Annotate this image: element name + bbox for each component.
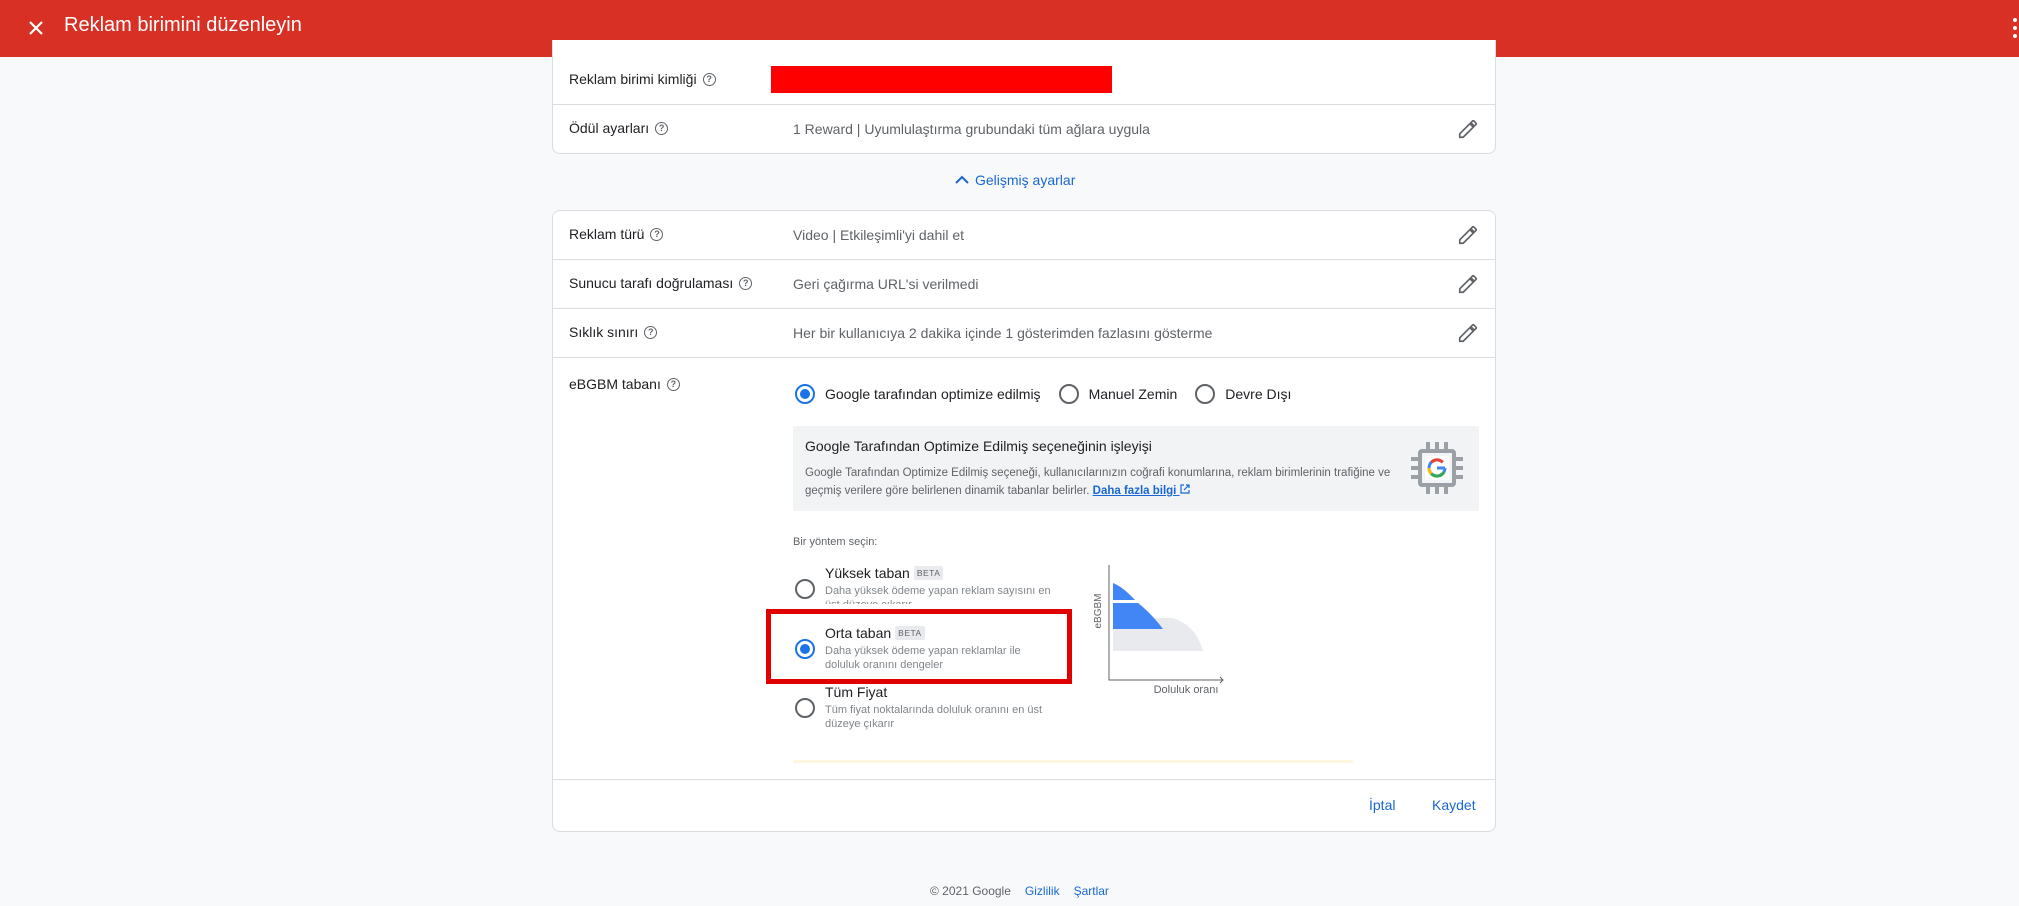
info-box-text: Google Tarafından Optimize Edilmiş seçen…: [805, 464, 1395, 500]
ad-type-label-wrap: Reklam türü ?: [569, 226, 664, 242]
chart-xlabel: Doluluk oranı: [1154, 684, 1219, 693]
help-icon[interactable]: ?: [655, 121, 669, 135]
warning-strip: [793, 760, 1353, 763]
basic-settings-card: Reklam birimi kimliği ? Ödül ayarları ? …: [552, 40, 1496, 154]
info-box-title: Google Tarafından Optimize Edilmiş seçen…: [805, 438, 1152, 454]
help-icon[interactable]: ?: [666, 377, 680, 391]
ssv-label: Sunucu tarafı doğrulaması: [569, 275, 734, 291]
google-optimized-info-box: Google Tarafından Optimize Edilmiş seçen…: [793, 426, 1479, 511]
reward-value: 1 Reward | Uyumlulaştırma grubundaki tüm…: [793, 121, 1150, 137]
ecpm-floor-label: eBGBM tabanı: [569, 376, 661, 392]
advanced-settings-label: Gelişmiş ayarlar: [975, 172, 1076, 188]
method-label: Bir yöntem seçin:: [793, 536, 878, 548]
copyright: © 2021 Google: [930, 884, 1011, 898]
floor-illustration-chart: eBGBM Doluluk oranı: [1093, 565, 1224, 693]
ssv-label-wrap: Sunucu tarafı doğrulaması ?: [569, 275, 753, 291]
frequency-label-wrap: Sıklık sınırı ?: [569, 324, 658, 340]
terms-link[interactable]: Şartlar: [1074, 884, 1109, 898]
option-title-wrap: Yüksek taban BETA: [825, 565, 944, 581]
advanced-settings-card: Reklam türü ? Video | Etkileşimli'yi dah…: [552, 210, 1496, 832]
advanced-settings-toggle[interactable]: Gelişmiş ayarlar: [955, 172, 1075, 188]
ad-unit-id-label-wrap: Reklam birimi kimliği ?: [569, 71, 716, 87]
frequency-cap-row: Sıklık sınırı ? Her bir kullanıcıya 2 da…: [553, 309, 1495, 358]
radio-button[interactable]: [795, 579, 815, 599]
reward-label-wrap: Ödül ayarları ?: [569, 120, 669, 136]
card-footer-divider: [553, 779, 1495, 780]
cancel-button[interactable]: İptal: [1369, 797, 1395, 813]
ad-unit-id-label: Reklam birimi kimliği: [569, 71, 697, 87]
close-icon[interactable]: [22, 14, 50, 42]
option-title: Tüm Fiyat: [825, 684, 888, 700]
radio-button[interactable]: [1195, 384, 1216, 404]
option-all-prices[interactable]: Tüm Fiyat Tüm fiyat noktalarında doluluk…: [793, 684, 1053, 734]
ad-type-value: Video | Etkileşimli'yi dahil et: [793, 227, 965, 243]
ad-unit-id-row: Reklam birimi kimliği ?: [553, 40, 1495, 105]
reward-row: Ödül ayarları ? 1 Reward | Uyumlulaştırm…: [553, 105, 1495, 153]
radio-manual-floor[interactable]: Manuel Zemin: [1058, 384, 1178, 404]
learn-more-link-label: Daha fazla bilgi: [1092, 485, 1177, 497]
ad-type-row: Reklam türü ? Video | Etkileşimli'yi dah…: [553, 211, 1495, 260]
ad-type-label: Reklam türü: [569, 226, 645, 242]
radio-disabled[interactable]: Devre Dışı: [1195, 384, 1291, 404]
edit-pencil-icon[interactable]: [1457, 273, 1479, 295]
highlight-annotation-box: [766, 609, 1072, 684]
frequency-cap-value: Her bir kullanıcıya 2 dakika içinde 1 gö…: [793, 325, 1213, 341]
radio-button[interactable]: [1058, 384, 1079, 404]
chart-ylabel: eBGBM: [1093, 593, 1104, 628]
option-high-floor[interactable]: Yüksek taban BETA Daha yüksek ödeme yapa…: [793, 565, 1053, 615]
save-button[interactable]: Kaydet: [1432, 797, 1476, 813]
help-icon[interactable]: ?: [650, 227, 664, 241]
redacted-ad-unit-id: [771, 66, 1112, 93]
help-icon[interactable]: ?: [739, 276, 753, 290]
ssv-row: Sunucu tarafı doğrulaması ? Geri çağırma…: [553, 260, 1495, 309]
radio-google-optimized[interactable]: Google tarafından optimize edilmiş: [795, 384, 1041, 404]
radio-manual-label: Manuel Zemin: [1088, 386, 1178, 402]
page-footer: © 2021 Google Gizlilik Şartlar: [930, 884, 1109, 898]
chart-area-mid: [1113, 603, 1163, 629]
edit-pencil-icon[interactable]: [1457, 118, 1479, 140]
radio-disabled-label: Devre Dışı: [1225, 386, 1292, 402]
learn-more-link[interactable]: Daha fazla bilgi: [1092, 484, 1190, 497]
more-vert-icon[interactable]: [2009, 14, 2019, 42]
radio-button-checked[interactable]: [795, 384, 815, 404]
page-title: Reklam birimini düzenleyin: [64, 14, 302, 36]
radio-button[interactable]: [795, 698, 815, 718]
reward-label: Ödül ayarları: [569, 120, 650, 136]
frequency-cap-label: Sıklık sınırı: [569, 324, 639, 340]
ecpm-label-wrap: eBGBM tabanı ?: [569, 376, 680, 392]
option-description: Tüm fiyat noktalarında doluluk oranını e…: [825, 704, 1043, 730]
help-icon[interactable]: ?: [702, 72, 716, 86]
google-chip-icon: [1411, 442, 1463, 494]
chevron-up-icon: [955, 175, 969, 184]
option-title-wrap: Tüm Fiyat: [825, 684, 887, 700]
ssv-value: Geri çağırma URL'si verilmedi: [793, 276, 979, 292]
beta-badge: BETA: [913, 566, 944, 580]
edit-pencil-icon[interactable]: [1457, 322, 1479, 344]
privacy-link[interactable]: Gizlilik: [1025, 884, 1060, 898]
ecpm-mode-radio-group: Google tarafından optimize edilmiş Manue…: [795, 384, 1309, 404]
edit-pencil-icon[interactable]: [1457, 224, 1479, 246]
radio-google-label: Google tarafından optimize edilmiş: [825, 386, 1041, 402]
external-link-icon: [1179, 484, 1190, 494]
help-icon[interactable]: ?: [644, 325, 658, 339]
option-description: Daha yüksek ödeme yapan reklam sayısını …: [825, 585, 1051, 604]
chart-area-high: [1113, 583, 1135, 600]
option-title: Yüksek taban: [825, 565, 910, 581]
